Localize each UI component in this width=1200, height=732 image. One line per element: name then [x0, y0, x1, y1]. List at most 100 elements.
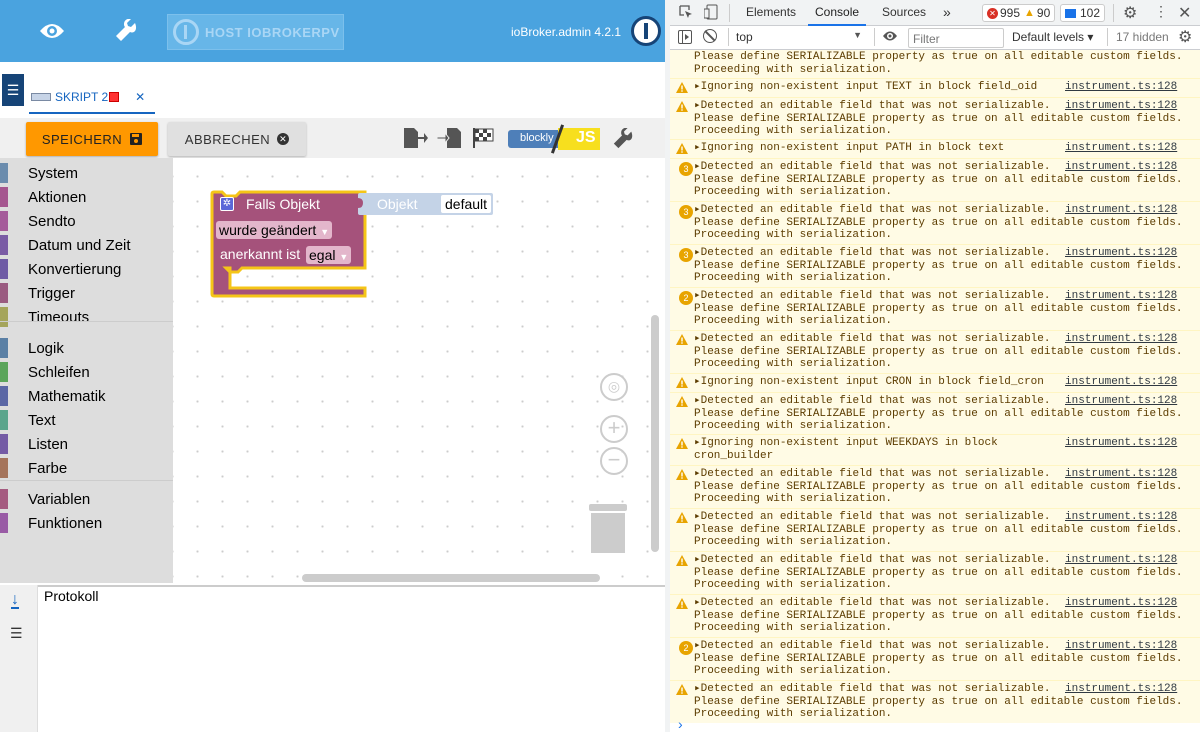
category-label: Timeouts: [28, 308, 90, 326]
category-aktionen[interactable]: Aktionen: [0, 186, 173, 208]
source-link[interactable]: instrument.ts:128: [1065, 247, 1177, 259]
category-konvertierung[interactable]: Konvertierung: [0, 258, 173, 280]
category-mathematik[interactable]: Mathematik: [0, 385, 173, 407]
category-listen[interactable]: Listen: [0, 433, 173, 455]
category-schleifen[interactable]: Schleifen: [0, 361, 173, 383]
console-message[interactable]: ▸Detected an editable field that was not…: [670, 97, 1200, 139]
zoom-in-icon[interactable]: +: [600, 415, 628, 443]
category-label: Konvertierung: [28, 260, 122, 278]
message-text: ▸Ignoring non-existent input TEXT in blo…: [694, 81, 1038, 93]
console-message[interactable]: 2 ▸Detected an editable field that was no…: [670, 637, 1200, 680]
source-link[interactable]: instrument.ts:128: [1065, 511, 1177, 523]
source-link[interactable]: instrument.ts:128: [1065, 81, 1177, 93]
console-message[interactable]: ▸Detected an editable field that was not…: [670, 330, 1200, 373]
console-message[interactable]: 2 ▸Detected an editable field that was no…: [670, 287, 1200, 330]
horizontal-scrollbar[interactable]: [302, 574, 600, 582]
console-message[interactable]: 3 ▸Detected an editable field that was no…: [670, 201, 1200, 244]
console-message[interactable]: ▸Detected an editable field that was not…: [670, 508, 1200, 551]
console-message[interactable]: ▸Detected an editable field that was not…: [670, 551, 1200, 594]
source-link[interactable]: instrument.ts:128: [1065, 395, 1177, 407]
tab-console[interactable]: Console: [808, 0, 867, 26]
tab-indicator: [29, 112, 155, 114]
tab-elements[interactable]: Elements: [746, 0, 796, 26]
source-link[interactable]: instrument.ts:128: [1065, 437, 1177, 449]
trigger-block[interactable]: ✲ Falls Objekt wurde geändert ▼ anerkann…: [210, 190, 493, 300]
check-flag-icon[interactable]: [471, 126, 497, 150]
source-link[interactable]: instrument.ts:128: [1065, 640, 1177, 652]
export-icon[interactable]: [402, 126, 428, 150]
blockly-js-toggle[interactable]: blockly JS: [508, 124, 600, 154]
vertical-scrollbar[interactable]: [651, 315, 659, 552]
console-message[interactable]: Please define SERIALIZABLE property as t…: [670, 50, 1200, 78]
block-gear-icon[interactable]: ✲: [220, 197, 234, 211]
autoscroll-icon[interactable]: ↓: [11, 592, 19, 609]
event-dropdown[interactable]: wurde geändert ▼: [216, 221, 333, 239]
source-link[interactable]: instrument.ts:128: [1065, 290, 1177, 302]
wrench-icon[interactable]: [111, 16, 141, 46]
settings-gear-icon[interactable]: ⚙: [1123, 3, 1137, 23]
category-system[interactable]: System: [0, 162, 173, 184]
sidebar-toggle-icon[interactable]: [678, 30, 692, 44]
console-message[interactable]: ▸Ignoring non-existent input TEXT in blo…: [670, 78, 1200, 97]
category-funktionen[interactable]: Funktionen: [0, 512, 173, 534]
console-message[interactable]: ▸Ignoring non-existent input WEEKDAYS in…: [670, 434, 1200, 465]
console-message[interactable]: ▸Detected an editable field that was not…: [670, 465, 1200, 508]
category-variablen[interactable]: Variablen: [0, 488, 173, 510]
console-settings-gear-icon[interactable]: ⚙: [1178, 27, 1192, 47]
source-link[interactable]: instrument.ts:128: [1065, 597, 1177, 609]
clear-console-icon[interactable]: [703, 29, 717, 43]
close-devtools-icon[interactable]: ✕: [1178, 3, 1191, 23]
more-tabs-icon[interactable]: »: [943, 0, 951, 26]
live-expression-eye-icon[interactable]: [882, 30, 898, 45]
category-farbe[interactable]: Farbe: [0, 457, 173, 479]
console-message[interactable]: ▸Ignoring non-existent input CRON in blo…: [670, 373, 1200, 392]
eye-icon[interactable]: [37, 16, 67, 46]
ack-dropdown[interactable]: egal ▼: [306, 246, 352, 264]
oid-field[interactable]: default: [441, 195, 492, 213]
source-link[interactable]: instrument.ts:128: [1065, 376, 1177, 388]
category-datum-und-zeit[interactable]: Datum und Zeit: [0, 234, 173, 256]
inspect-icon[interactable]: [679, 5, 693, 19]
console-message[interactable]: ▸Detected an editable field that was not…: [670, 392, 1200, 434]
close-tab-icon[interactable]: ✕: [135, 90, 145, 104]
filter-input[interactable]: Filter: [908, 28, 1004, 48]
host-selector[interactable]: HOST IOBROKERPV: [167, 14, 344, 50]
zoom-out-icon[interactable]: −: [600, 447, 628, 475]
context-selector[interactable]: top ▼: [736, 30, 862, 44]
device-toolbar-icon[interactable]: [704, 4, 718, 20]
console-message[interactable]: ▸Detected an editable field that was not…: [670, 594, 1200, 637]
more-options-icon[interactable]: ⋮: [1154, 3, 1168, 20]
source-link[interactable]: instrument.ts:128: [1065, 468, 1177, 480]
console-message[interactable]: 3 ▸Detected an editable field that was no…: [670, 244, 1200, 287]
settings-wrench-icon[interactable]: [612, 127, 636, 150]
iobroker-logo-icon[interactable]: [631, 16, 661, 46]
source-link[interactable]: instrument.ts:128: [1065, 142, 1177, 154]
info-counter[interactable]: 102: [1060, 4, 1106, 22]
source-link[interactable]: instrument.ts:128: [1065, 333, 1177, 345]
console-message[interactable]: ▸Detected an editable field that was not…: [670, 680, 1200, 723]
console-prompt[interactable]: ›: [678, 717, 683, 731]
source-link[interactable]: instrument.ts:128: [1065, 683, 1177, 695]
category-logik[interactable]: Logik: [0, 337, 173, 359]
source-link[interactable]: instrument.ts:128: [1065, 204, 1177, 216]
import-icon[interactable]: [436, 126, 463, 150]
source-link[interactable]: instrument.ts:128: [1065, 100, 1177, 112]
save-button[interactable]: SPEICHERN: [26, 122, 158, 156]
log-levels-dropdown[interactable]: Default levels ▾: [1012, 30, 1093, 44]
tab-sources[interactable]: Sources: [882, 0, 926, 26]
source-link[interactable]: instrument.ts:128: [1065, 554, 1177, 566]
category-trigger[interactable]: Trigger: [0, 282, 173, 304]
clear-log-icon[interactable]: ☰: [10, 625, 23, 642]
source-link[interactable]: instrument.ts:128: [1065, 161, 1177, 173]
category-sendto[interactable]: Sendto: [0, 210, 173, 232]
error-warning-counter[interactable]: ✕ 995 ▲ 90: [982, 4, 1056, 22]
recenter-icon[interactable]: ◎: [600, 373, 628, 401]
console-message[interactable]: 3 ▸Detected an editable field that was no…: [670, 158, 1200, 201]
menu-icon[interactable]: ☰: [2, 74, 24, 106]
tab-script[interactable]: SKRIPT 2 ✕: [31, 80, 145, 114]
category-text[interactable]: Text: [0, 409, 173, 431]
category-timeouts[interactable]: Timeouts: [0, 306, 173, 328]
cancel-button[interactable]: ABBRECHEN ✕: [168, 122, 306, 156]
console-message[interactable]: ▸Ignoring non-existent input PATH in blo…: [670, 139, 1200, 158]
trash-icon[interactable]: [589, 504, 627, 554]
